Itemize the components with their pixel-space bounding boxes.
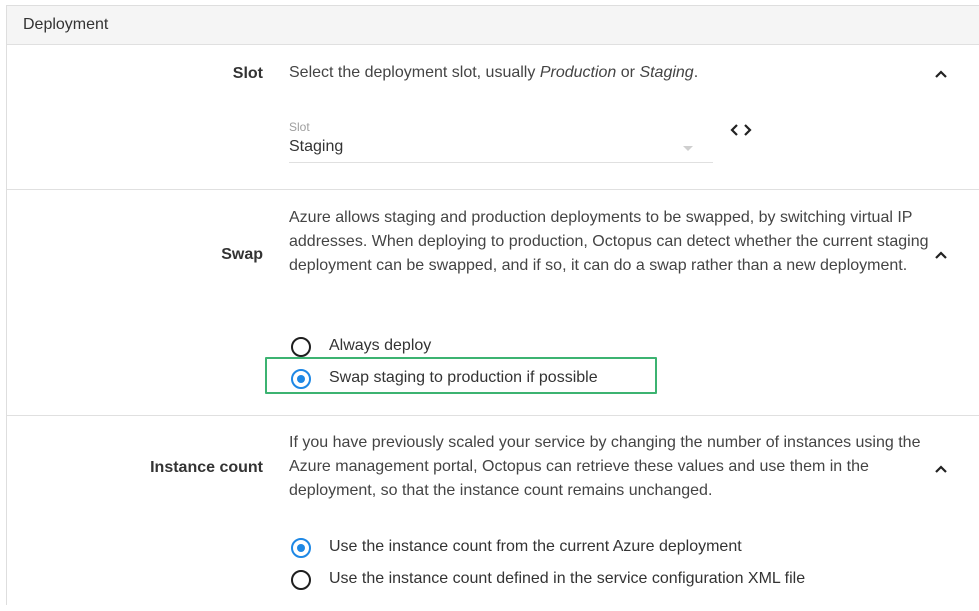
slot-desc-suffix: . — [693, 64, 699, 81]
slot-description: Select the deployment slot, usually Prod… — [289, 61, 929, 85]
code-brackets-icon[interactable] — [730, 122, 752, 138]
caret-down-icon — [683, 146, 693, 151]
instance-count-description: If you have previously scaled your servi… — [289, 434, 921, 499]
slot-desc-mid: or — [616, 64, 640, 81]
slot-desc-staging: Staging — [639, 64, 694, 81]
slot-desc-prefix: Select the deployment slot, usually — [289, 64, 540, 81]
chevron-up-icon[interactable] — [934, 462, 948, 476]
swap-label: Swap — [221, 246, 263, 263]
slot-field-label: Slot — [289, 120, 310, 134]
swap-description: Azure allows staging and production depl… — [289, 209, 929, 274]
slot-label: Slot — [232, 65, 263, 82]
deployment-panel: Deployment Slot Select the deployment sl… — [6, 5, 979, 605]
radio-unchecked-icon — [291, 337, 311, 357]
radio-label: Use the instance count defined in the se… — [329, 570, 806, 587]
section-header: Deployment — [7, 6, 979, 45]
slot-select-value: Staging — [289, 138, 344, 155]
chevron-up-icon[interactable] — [934, 248, 948, 262]
instance-count-row: Instance count If you have previously sc… — [7, 416, 979, 611]
slot-select[interactable]: Staging — [289, 135, 713, 163]
highlight-box — [265, 357, 657, 394]
radio-label: Use the instance count from the current … — [329, 538, 742, 555]
instance-count-label: Instance count — [150, 459, 263, 476]
slot-row: Slot Select the deployment slot, usually… — [7, 45, 979, 190]
radio-checked-icon — [291, 538, 311, 558]
chevron-up-icon[interactable] — [934, 67, 948, 81]
radio-label: Always deploy — [329, 337, 432, 354]
radio-unchecked-icon — [291, 570, 311, 590]
slot-desc-production: Production — [539, 64, 617, 81]
section-title: Deployment — [23, 16, 109, 33]
